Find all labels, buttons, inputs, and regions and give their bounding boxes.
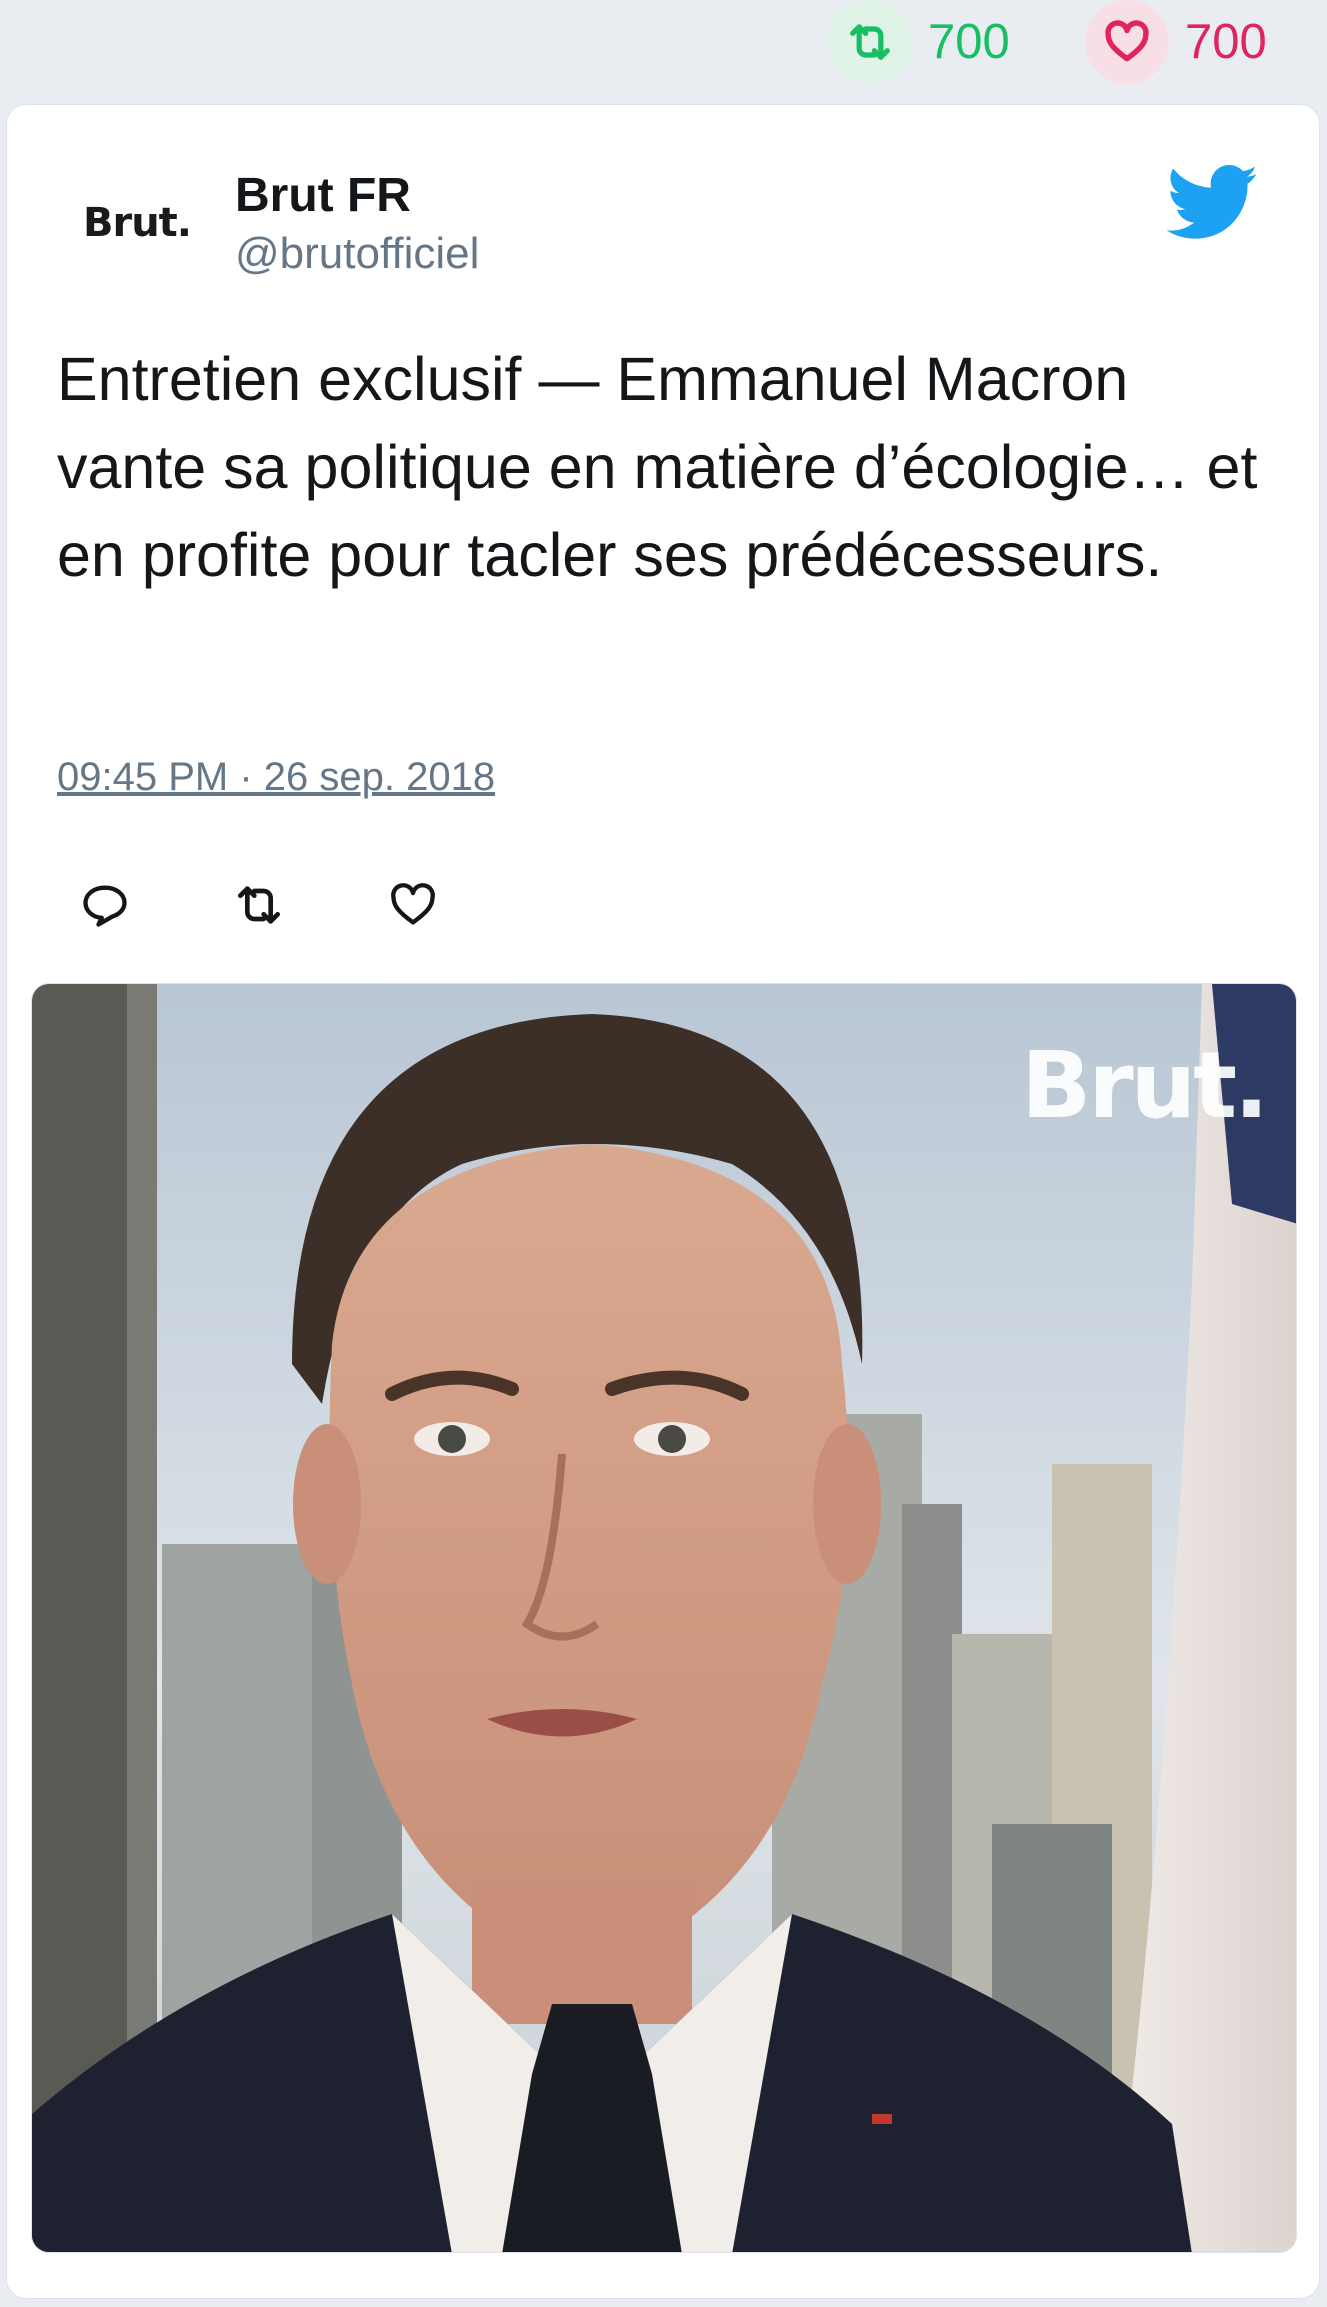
retweet-count: 700: [928, 15, 1010, 69]
author-names: Brut FR @brutofficiel: [235, 167, 479, 283]
like-icon[interactable]: [377, 869, 449, 941]
user-handle[interactable]: @brutofficiel: [235, 225, 479, 283]
twitter-bird-icon[interactable]: [1166, 163, 1259, 243]
tweet-header: Brut. Brut FR @brutofficiel: [7, 163, 1319, 283]
like-count: 700: [1185, 15, 1267, 69]
video-frame: [32, 984, 1296, 2252]
retweet-icon: [828, 0, 912, 84]
tweet-timestamp[interactable]: 09:45 PM · 26 sep. 2018: [57, 755, 495, 800]
like-stat[interactable]: 700: [1085, 0, 1267, 84]
tweet-actions: [69, 865, 449, 945]
engagement-stats: 700 700: [0, 0, 1327, 102]
retweet-icon[interactable]: [223, 869, 295, 941]
heart-icon: [1085, 0, 1169, 84]
tweet-card: Brut. Brut FR @brutofficiel Entretien ex…: [6, 104, 1320, 2299]
tweet-text: Entretien exclusif — Emmanuel Macron van…: [57, 345, 1258, 589]
brut-watermark: Brut.: [1021, 1032, 1269, 1139]
tweet-media-video[interactable]: Brut.: [31, 983, 1297, 2253]
retweet-stat[interactable]: 700: [828, 0, 1010, 84]
avatar[interactable]: Brut.: [77, 173, 197, 273]
reply-icon[interactable]: [69, 869, 141, 941]
display-name[interactable]: Brut FR: [235, 167, 479, 225]
